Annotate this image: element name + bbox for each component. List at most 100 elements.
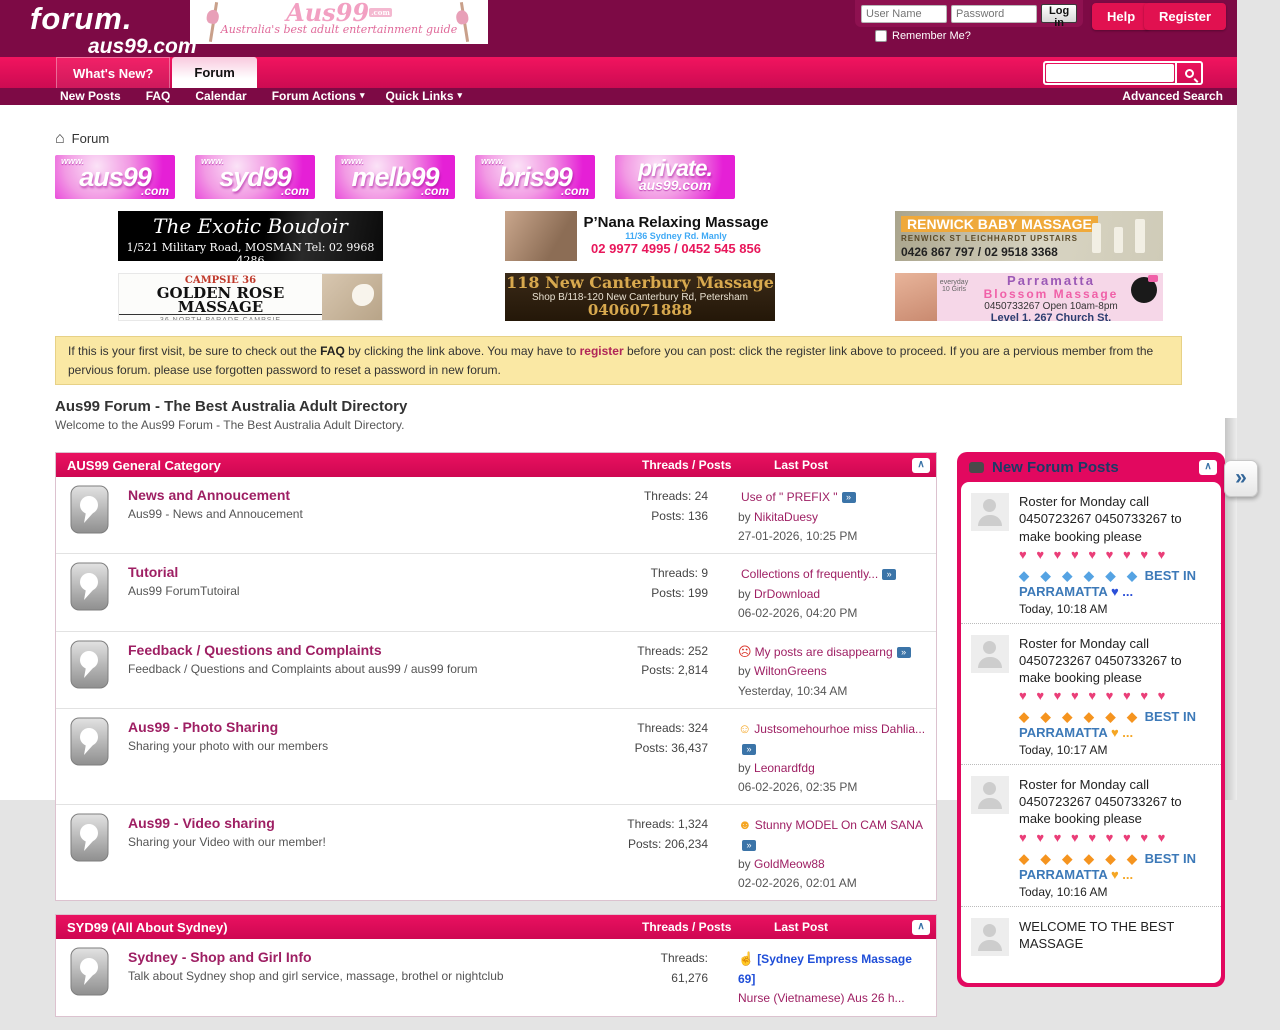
thread-emoji-icon: ☝ — [738, 951, 754, 966]
ad-phone: 0406071888 — [505, 303, 775, 318]
avatar[interactable] — [971, 918, 1009, 956]
forum-title[interactable]: Tutorial — [128, 564, 606, 580]
password-input[interactable] — [951, 5, 1037, 23]
avatar[interactable] — [971, 776, 1009, 814]
site-banner-row: www. aus99 .com www. syd99 .com www. mel… — [55, 155, 1237, 199]
goto-last-post-icon[interactable]: » — [742, 744, 756, 755]
remember-checkbox[interactable] — [875, 30, 887, 42]
nav-item[interactable]: New Posts — [60, 89, 125, 103]
page-subtitle: Welcome to the Aus99 Forum - The Best Au… — [55, 418, 1237, 432]
ad-exotic-boudoir[interactable]: The Exotic Boudoir 1/521 Military Road, … — [118, 211, 383, 261]
goto-last-post-icon[interactable]: » — [742, 840, 756, 851]
goto-last-post-icon[interactable]: » — [897, 647, 911, 658]
collapse-button[interactable]: ∧ — [1199, 460, 1217, 475]
category-title[interactable]: AUS99 General Category — [67, 458, 642, 473]
hearts-emoji-row: ♥ ♥ ♥ ♥ ♥ ♥ ♥ ♥ ♥ — [1019, 547, 1211, 562]
last-post-date: 06-02-2026, 02:35 PM — [738, 778, 930, 797]
forum-status-icon — [70, 639, 128, 701]
nav-item[interactable]: Forum Actions▾ — [272, 89, 365, 103]
posts-count: 61,276 — [606, 969, 708, 989]
ad-renwick-massage[interactable]: RENWICK BABY MASSAGE RENWICK ST LEICHHAR… — [895, 211, 1163, 261]
banner-www: www. — [201, 156, 224, 166]
last-post-title[interactable]: Justsomehourhoe miss Dahlia... — [754, 722, 925, 736]
page: forum. aus99.com Aus99.com Australia's b… — [0, 0, 1237, 800]
sidebar-expand-button[interactable]: » — [1224, 460, 1258, 497]
forum-title[interactable]: Sydney - Shop and Girl Info — [128, 949, 606, 965]
collapse-button[interactable]: ∧ — [912, 920, 930, 935]
post-text[interactable]: Roster for Monday call 0450723267 045073… — [1019, 493, 1211, 544]
last-post-author[interactable]: Leonardfdg — [754, 761, 815, 775]
last-post-author[interactable]: WiltonGreens — [754, 664, 827, 678]
new-post-item[interactable]: Roster for Monday call 0450723267 045073… — [961, 482, 1221, 623]
forum-status-icon — [70, 812, 128, 893]
search-button[interactable] — [1175, 63, 1201, 83]
last-post-title[interactable]: Stunny MODEL On CAM SANA — [755, 818, 923, 832]
home-icon[interactable]: ⌂ — [55, 133, 65, 145]
site-logo[interactable]: forum. aus99.com — [30, 3, 197, 57]
forum-title[interactable]: Feedback / Questions and Complaints — [128, 642, 606, 658]
collapse-button[interactable]: ∧ — [912, 458, 930, 473]
avatar[interactable] — [971, 493, 1009, 531]
login-button[interactable]: Log in — [1041, 4, 1077, 23]
nav-item[interactable]: FAQ — [146, 89, 175, 103]
new-post-item[interactable]: WELCOME TO THE BEST MASSAGE — [961, 907, 1221, 983]
post-text[interactable]: WELCOME TO THE BEST MASSAGE — [1019, 918, 1211, 952]
site-banner[interactable]: www. aus99 .com — [55, 155, 175, 199]
nav-item[interactable]: Quick Links▾ — [385, 89, 462, 103]
threads-count: Threads: 1,324 — [606, 815, 708, 835]
site-banner[interactable]: www. syd99 .com — [195, 155, 315, 199]
post-text[interactable]: Roster for Monday call 0450723267 045073… — [1019, 776, 1211, 827]
site-banner[interactable]: www. bris99 .com — [475, 155, 595, 199]
ad-pnana-massage[interactable]: P’Nana Relaxing Massage 11/36 Sydney Rd.… — [505, 211, 775, 261]
tab-bar: What's New? Forum — [0, 57, 1237, 88]
new-post-item[interactable]: Roster for Monday call 0450723267 045073… — [961, 624, 1221, 765]
last-post-title[interactable]: Use of " PREFIX " — [741, 490, 838, 504]
last-post-author[interactable]: Nurse (Vietnamese) Aus 26 h... — [738, 991, 905, 1005]
advanced-search-link[interactable]: Advanced Search — [1122, 89, 1223, 103]
goto-last-post-icon[interactable]: » — [842, 492, 856, 503]
new-posts-list: Roster for Monday call 0450723267 045073… — [961, 482, 1221, 983]
ad-golden-rose-massage[interactable]: CAMPSIE 36 GOLDEN ROSE MASSAGE 36 NORTH … — [118, 273, 383, 321]
post-text[interactable]: Roster for Monday call 0450723267 045073… — [1019, 635, 1211, 686]
nav-item[interactable]: Calendar — [195, 89, 250, 103]
search-input[interactable] — [1046, 64, 1174, 82]
last-post-title[interactable]: Collections of frequently... — [741, 567, 878, 581]
avatar[interactable] — [971, 635, 1009, 673]
column-threads-posts: Threads / Posts — [642, 458, 760, 472]
new-post-item[interactable]: Roster for Monday call 0450723267 045073… — [961, 765, 1221, 906]
remember-me[interactable]: Remember Me? — [875, 30, 971, 42]
category-title[interactable]: SYD99 (All About Sydney) — [67, 920, 642, 935]
goto-last-post-icon[interactable]: » — [882, 569, 896, 580]
last-post-title[interactable]: My posts are disappearng — [755, 645, 893, 659]
threads-count: Threads: 252 — [606, 642, 708, 662]
forum-row: Aus99 - Photo Sharing Sharing your photo… — [56, 708, 936, 804]
category-header: SYD99 (All About Sydney) Threads / Posts… — [56, 915, 936, 939]
header-banner[interactable]: Aus99.com Australia's best adult enterta… — [190, 0, 488, 44]
ad-address: 11/36 Sydney Rd. Manly — [577, 231, 775, 241]
site-banner[interactable]: private. aus99.com — [615, 155, 735, 199]
forum-title[interactable]: Aus99 - Video sharing — [128, 815, 606, 831]
last-post-date: 27-01-2026, 10:25 PM — [738, 527, 930, 546]
register-link[interactable]: register — [580, 344, 624, 358]
post-highlight — [1019, 958, 1211, 973]
category-rows: Sydney - Shop and Girl Info Talk about S… — [56, 939, 936, 1015]
register-button[interactable]: Register — [1144, 3, 1226, 30]
forum-description: Aus99 ForumTutoiral — [128, 584, 606, 598]
ad-parramatta-blossom-massage[interactable]: everyday10 Girls Parramatta Blossom Mass… — [895, 273, 1163, 321]
forum-title[interactable]: Aus99 - Photo Sharing — [128, 719, 606, 735]
ad-canterbury-massage[interactable]: 118 New Canterbury Massage Shop B/118-12… — [505, 273, 775, 321]
faq-link[interactable]: FAQ — [320, 344, 345, 358]
breadcrumb-forum[interactable]: Forum — [72, 131, 110, 146]
last-post-author[interactable]: NikitaDuesy — [754, 510, 818, 524]
last-post-author[interactable]: GoldMeow88 — [754, 857, 825, 871]
forum-title[interactable]: News and Annoucement — [128, 487, 606, 503]
forum-stats: Threads: 9 Posts: 199 — [606, 561, 724, 623]
banner-www: www. — [341, 156, 364, 166]
tab-forum[interactable]: Forum — [172, 57, 256, 88]
site-banner[interactable]: www. melb99 .com — [335, 155, 455, 199]
last-post-author[interactable]: DrDownload — [754, 587, 820, 601]
username-input[interactable] — [861, 5, 947, 23]
last-post-title[interactable]: [Sydney Empress Massage 69] — [738, 952, 912, 986]
help-button[interactable]: Help — [1092, 3, 1150, 30]
tab-whats-new[interactable]: What's New? — [56, 57, 170, 88]
